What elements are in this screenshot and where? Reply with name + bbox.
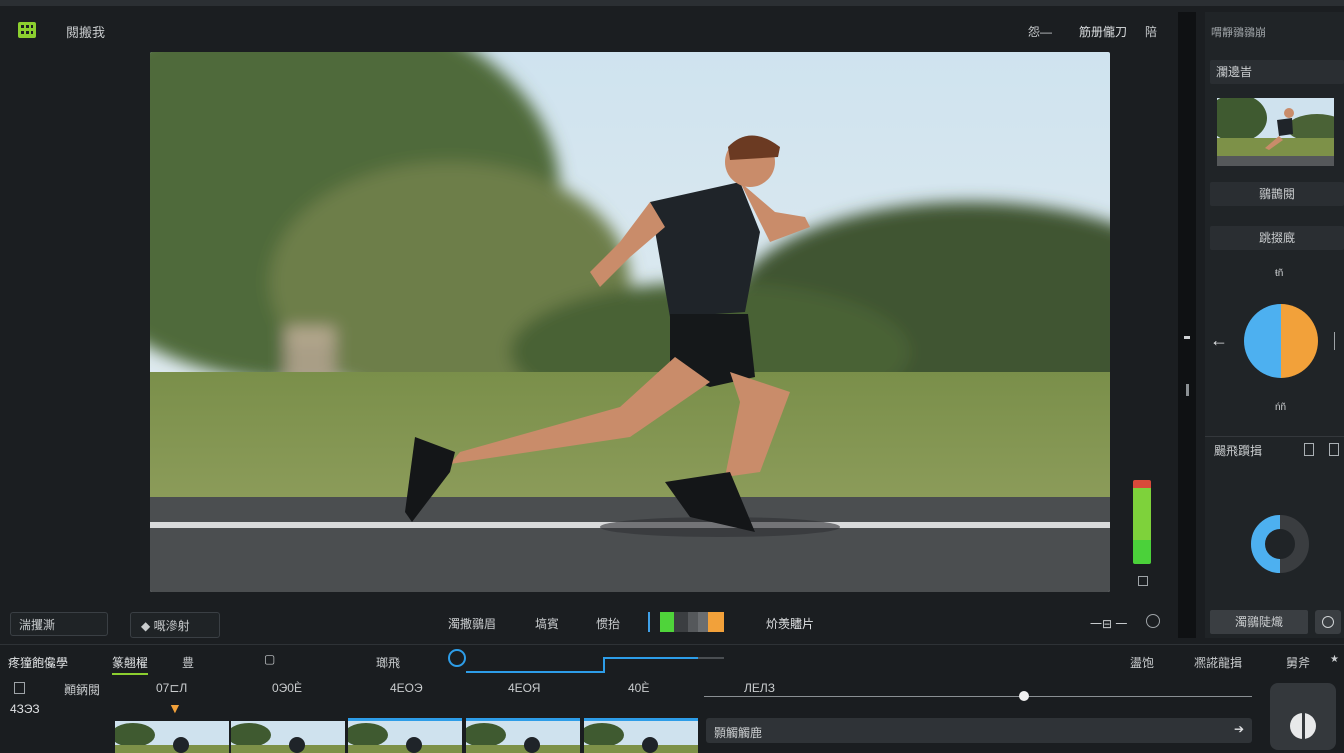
time-label-2: 0Э0Ѐ bbox=[272, 681, 302, 695]
runner-image bbox=[150, 52, 1110, 592]
toolbar-label-2[interactable]: 塙賓 bbox=[535, 615, 559, 632]
timeline-tab-3[interactable]: 豊 bbox=[182, 654, 194, 671]
swatch-dark bbox=[674, 612, 688, 632]
toolbar-label-1[interactable]: 濁撒鶸眉 bbox=[448, 615, 496, 632]
effects-tab[interactable]: 跳掇廐 bbox=[1210, 226, 1344, 250]
timeline-right-1[interactable]: 盪饱 bbox=[1130, 654, 1154, 671]
time-label-5: 40Ѐ bbox=[628, 681, 650, 695]
video-preview[interactable] bbox=[150, 52, 1110, 592]
timeline-handle[interactable] bbox=[1019, 691, 1029, 701]
clip-thumb-image bbox=[115, 721, 229, 753]
clip-thumb-4[interactable] bbox=[466, 718, 580, 753]
clip-thumb-5[interactable] bbox=[584, 718, 698, 753]
media-label[interactable]: 瀾邊旹 bbox=[1210, 60, 1344, 84]
zoom-control[interactable]: 一⊟ 一 bbox=[1090, 615, 1127, 632]
time-label-6: ЛЕЛЗ bbox=[744, 681, 776, 695]
track-count: 4ЗЭЗ bbox=[10, 702, 40, 716]
timeline-tab-4[interactable]: ▢ bbox=[264, 652, 275, 666]
clip-thumb-image bbox=[231, 721, 345, 753]
waveform-curve bbox=[466, 657, 724, 673]
undo-button[interactable]: 怨— bbox=[1028, 23, 1052, 40]
render-button[interactable]: 筋册儱刀 bbox=[1079, 23, 1127, 40]
clip-thumb-2[interactable] bbox=[231, 718, 345, 753]
timeline-right-3[interactable]: 舅斧 bbox=[1286, 654, 1310, 671]
clip-thumb-1[interactable] bbox=[115, 718, 229, 753]
runner-thumb-image bbox=[1217, 98, 1334, 166]
reset-icon bbox=[1322, 616, 1334, 628]
toolbar-label-3[interactable]: 惯抬 bbox=[596, 615, 620, 632]
audio-level-meter bbox=[1133, 480, 1151, 564]
time-label-1: 07⊏Л bbox=[156, 681, 188, 695]
swatch-orange bbox=[708, 612, 724, 632]
scroll-dots-icon bbox=[1184, 336, 1190, 339]
clip-thumb-image bbox=[584, 721, 698, 753]
wheel-scale-icon bbox=[1334, 332, 1335, 350]
project-title: 閱搬我 bbox=[66, 25, 106, 40]
apply-button[interactable]: 濁鶸陡熾 bbox=[1210, 610, 1308, 634]
timeline-track[interactable] bbox=[704, 696, 1252, 697]
clip-thumb-3[interactable] bbox=[348, 718, 462, 753]
back-arrow-icon[interactable]: ← bbox=[1210, 330, 1228, 351]
swatch-marker bbox=[648, 612, 650, 632]
swatch-gray bbox=[688, 612, 698, 632]
arrow-right-icon[interactable]: ➔ bbox=[1234, 722, 1244, 736]
media-button[interactable]: 鶸鵲閱 bbox=[1210, 182, 1344, 206]
swatch-green bbox=[660, 612, 674, 632]
app-grid-icon[interactable] bbox=[18, 22, 36, 38]
timeline-tab-5[interactable]: 瑯飛 bbox=[376, 654, 400, 671]
timeline-right-2[interactable]: 凞誮龍揖 bbox=[1194, 654, 1242, 671]
wheel-top-label: ŧñ bbox=[1275, 268, 1284, 279]
star-icon[interactable]: ★ bbox=[1330, 654, 1339, 665]
paste-icon[interactable] bbox=[1329, 443, 1339, 456]
timeline-tab-2[interactable]: 篆翹櫂 bbox=[112, 654, 149, 675]
time-label-0: 顚鈵閱 bbox=[64, 683, 101, 697]
media-thumbnail[interactable] bbox=[1217, 98, 1334, 166]
track-lock-icon[interactable] bbox=[14, 682, 25, 694]
fullscreen-icon[interactable] bbox=[1146, 614, 1160, 628]
copy-icon[interactable] bbox=[1304, 443, 1314, 456]
wheel-bottom-label: ńñ bbox=[1275, 402, 1287, 413]
clip-thumb-image bbox=[348, 721, 462, 753]
panel-divider bbox=[1205, 436, 1344, 437]
record-button[interactable] bbox=[1270, 683, 1336, 750]
timeline-tab-1[interactable]: 疼獞飽儳學 bbox=[8, 654, 68, 671]
effect-button[interactable]: ◆ 嘅滲射 bbox=[130, 612, 220, 638]
reset-button[interactable] bbox=[1315, 610, 1341, 634]
record-knob-mark bbox=[1302, 709, 1305, 739]
time-label-4: 4ЕОЯ bbox=[508, 681, 541, 695]
time-label-3: 4ЕОЭ bbox=[390, 681, 423, 695]
inspector-title: 喟靜鶸鶸崩 bbox=[1211, 27, 1266, 39]
clip-thumb-image bbox=[466, 721, 580, 753]
playhead-marker-icon[interactable]: ▼ bbox=[168, 700, 182, 716]
color-label: 炌羡贐片 bbox=[766, 617, 815, 631]
window-top-border bbox=[0, 0, 1344, 6]
swatch-light bbox=[698, 612, 708, 632]
meter-toggle-icon[interactable] bbox=[1138, 576, 1148, 586]
color-swatch-strip[interactable] bbox=[648, 612, 740, 632]
track-name: 顥觸觸鹿 bbox=[714, 726, 763, 740]
color-wheel[interactable] bbox=[1244, 304, 1318, 378]
preview-scrollbar[interactable] bbox=[1178, 12, 1196, 638]
track-name-bar[interactable]: 顥觸觸鹿 ➔ bbox=[706, 718, 1252, 743]
scroll-thumb[interactable] bbox=[1186, 384, 1189, 396]
donut-chart bbox=[1251, 515, 1309, 573]
left-source-box[interactable]: 湍攫澌 bbox=[10, 612, 108, 636]
playhead-knob-icon[interactable] bbox=[448, 649, 466, 667]
diamond-icon: ◆ bbox=[141, 619, 154, 633]
section-label: 颺飛躓揖 bbox=[1214, 444, 1263, 458]
layout-icon[interactable]: 陪 bbox=[1145, 23, 1157, 40]
